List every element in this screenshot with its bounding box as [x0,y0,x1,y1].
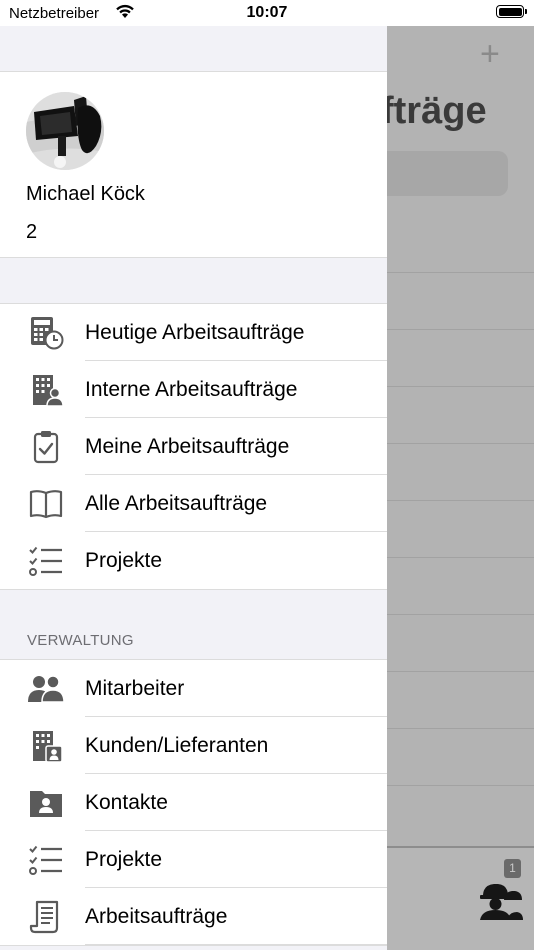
menu-item-heutige-arbeitsauftraege[interactable]: Heutige Arbeitsaufträge [0,304,387,361]
profile-card[interactable]: Michael Köck 2 [0,71,387,258]
divider [387,671,534,672]
divider [387,785,534,786]
menu-item-meine-arbeitsauftraege[interactable]: Meine Arbeitsaufträge [0,418,387,475]
tab-badge: 1 [504,859,521,878]
clipboard-check-icon [26,430,66,464]
open-book-icon [26,487,66,521]
menu-item-label: Interne Arbeitsaufträge [85,378,298,401]
divider [387,329,534,330]
avatar[interactable] [26,92,104,170]
checklist-icon [26,544,66,578]
menu-item-label: Arbeitsaufträge [85,905,228,928]
menu-item-label: Projekte [85,549,163,572]
status-bar: Netzbetreiber 10:07 [0,0,534,26]
contact-folder-icon [26,786,66,820]
calculator-clock-icon [26,316,66,350]
menu-item-kontakte[interactable]: Kontakte [0,774,387,831]
menu-item-kunden-lieferanten[interactable]: Kunden/Lieferanten [0,717,387,774]
admin-menu: Mitarbeiter Kunden/Lieferanten Kontakte … [0,659,387,946]
menu-item-label: Kontakte [85,791,168,814]
menu-item-projekte-admin[interactable]: Projekte [0,831,387,888]
profile-subtitle: 2 [26,221,38,243]
building-person-icon [26,373,66,407]
divider [387,443,534,444]
menu-item-label: Meine Arbeitsaufträge [85,435,290,458]
divider [387,386,534,387]
menu-item-label: Kunden/Lieferanten [85,734,269,757]
battery-icon [496,5,527,18]
plus-icon[interactable]: + [480,36,500,72]
menu-item-label: Projekte [85,848,163,871]
checklist-icon [26,843,66,877]
menu-item-label: Heutige Arbeitsaufträge [85,321,305,344]
section-header-verwaltung: VERWALTUNG [27,632,134,649]
background-title: fträge [387,90,487,132]
tab-bar: 1 [387,846,534,950]
document-list-icon [26,900,66,934]
building-contact-icon [26,729,66,763]
menu-item-mitarbeiter[interactable]: Mitarbeiter [0,660,387,717]
menu-item-alle-arbeitsauftraege[interactable]: Alle Arbeitsaufträge [0,475,387,532]
divider [387,272,534,273]
divider [387,500,534,501]
divider [387,614,534,615]
menu-item-interne-arbeitsauftraege[interactable]: Interne Arbeitsaufträge [0,361,387,418]
divider [387,728,534,729]
main-menu: Heutige Arbeitsaufträge Interne Arbeitsa… [0,303,387,590]
divider [387,557,534,558]
clock: 10:07 [246,4,288,21]
worker-helmet-icon[interactable] [477,878,523,925]
row-separator [85,944,387,945]
menu-item-arbeitsauftraege[interactable]: Arbeitsaufträge [0,888,387,945]
background-search-field [387,151,508,196]
background-screen[interactable]: + fträge 1 [387,26,534,950]
menu-item-projekte[interactable]: Projekte [0,532,387,589]
menu-item-label: Mitarbeiter [85,677,185,700]
profile-name: Michael Köck [26,183,145,205]
people-icon [26,672,66,706]
menu-item-label: Alle Arbeitsaufträge [85,492,268,515]
side-drawer: Michael Köck 2 Heutige Arbeitsaufträge I… [0,26,387,950]
